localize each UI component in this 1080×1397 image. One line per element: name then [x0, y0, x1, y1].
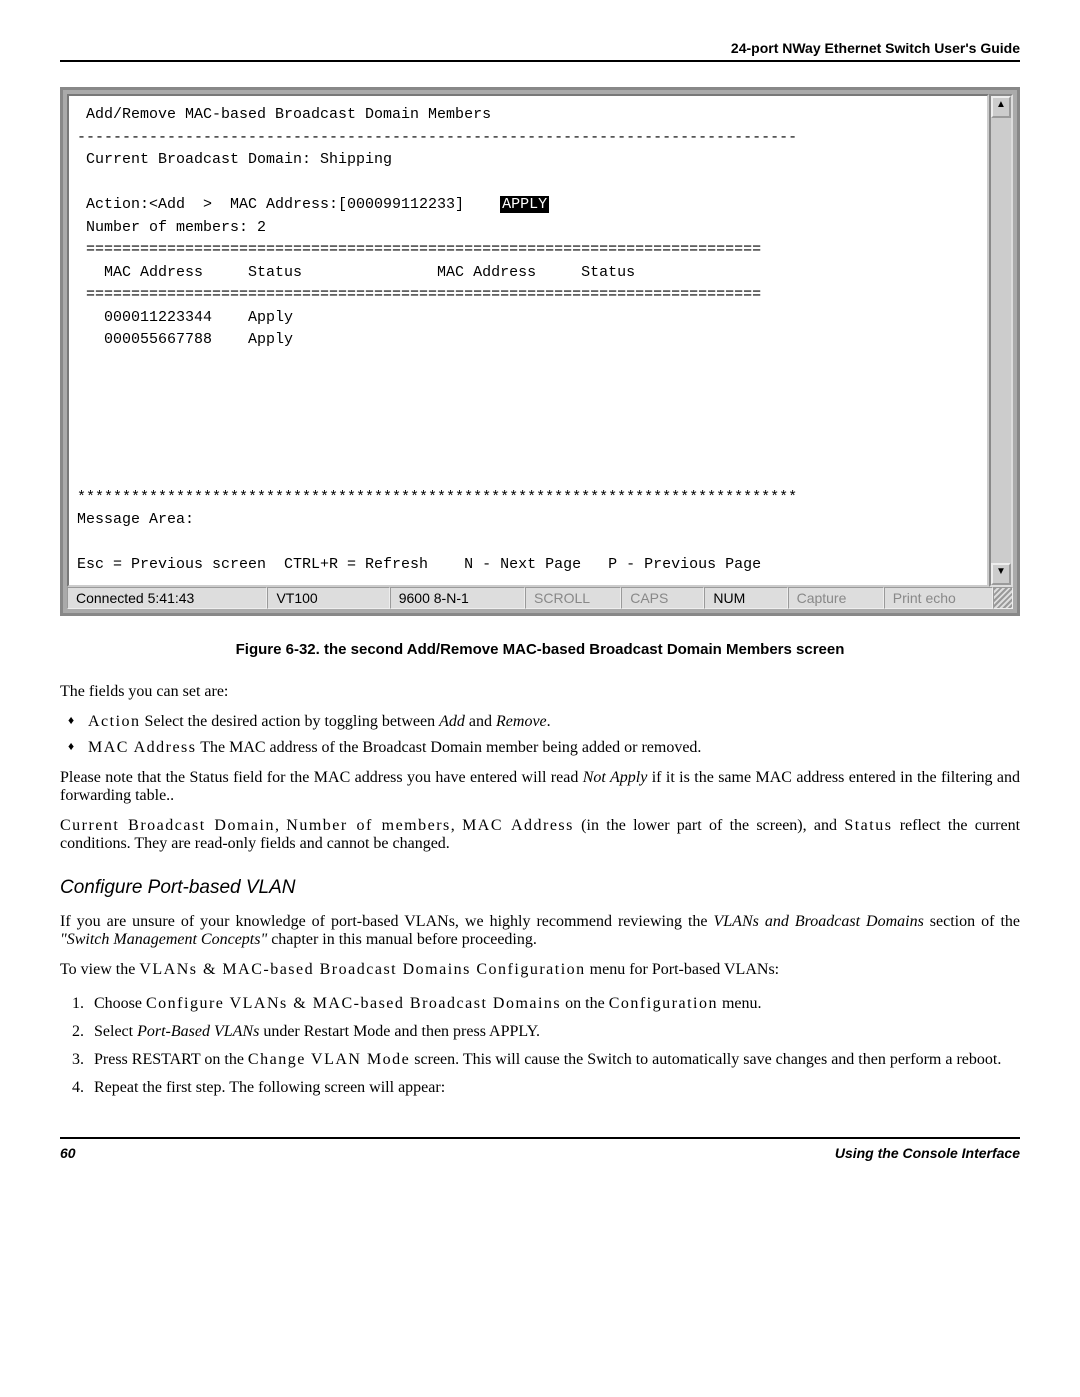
scroll-down-icon[interactable]: ▼ [991, 563, 1011, 585]
text: Select [94, 1023, 137, 1040]
field-name: Status [844, 817, 892, 834]
term-table-header: MAC Address Status MAC Address Status [77, 264, 635, 281]
terminal-screen: Add/Remove MAC-based Broadcast Domain Me… [67, 94, 989, 587]
list-item: Choose Configure VLANs & MAC-based Broad… [88, 995, 1020, 1013]
menu-name: VLANs & MAC-based Broadcast Domains Conf… [139, 961, 585, 978]
steps-list: Choose Configure VLANs & MAC-based Broad… [60, 995, 1020, 1097]
field-name: Number of members [286, 817, 451, 834]
text: To view the [60, 961, 139, 978]
text: (in the lower part of the screen), and [574, 817, 844, 834]
term-action-line: Action:<Add > MAC Address:[000099112233] [77, 196, 500, 213]
term-message-area: Message Area: [77, 511, 194, 528]
vertical-scrollbar[interactable]: ▲ ▼ [989, 94, 1013, 587]
em: Remove [496, 713, 547, 730]
text: Press RESTART on the [94, 1051, 248, 1068]
field-name: MAC Address [462, 817, 574, 834]
field-list: Action Select the desired action by togg… [60, 713, 1020, 757]
text: Select the desired action by toggling be… [141, 713, 440, 730]
text: chapter in this manual before proceeding… [267, 931, 537, 948]
list-item: Select Port-Based VLANs under Restart Mo… [88, 1023, 1020, 1041]
term-divider: ----------------------------------------… [77, 129, 797, 146]
em: Add [439, 713, 465, 730]
text: Choose [94, 995, 146, 1012]
field-name: MAC Address [88, 739, 197, 756]
text: . [547, 713, 551, 730]
field-name: Action [88, 713, 141, 730]
menu-name: Configuration [609, 995, 718, 1012]
intro-text: The fields you can set are: [60, 683, 1020, 701]
vlan-view-paragraph: To view the VLANs & MAC-based Broadcast … [60, 961, 1020, 979]
page-footer: 60 Using the Console Interface [60, 1137, 1020, 1161]
status-print-echo: Print echo [884, 587, 993, 609]
text: Please note that the Status field for th… [60, 769, 583, 786]
text: , [275, 817, 286, 834]
status-terminal-type: VT100 [267, 587, 389, 609]
term-row-1: 000011223344 Apply [77, 309, 293, 326]
scroll-up-icon[interactable]: ▲ [991, 96, 1011, 118]
status-caps: CAPS [621, 587, 704, 609]
readonly-paragraph: Current Broadcast Domain, Number of memb… [60, 817, 1020, 853]
list-item: Repeat the first step. The following scr… [88, 1079, 1020, 1097]
term-row-2: 000055667788 Apply [77, 331, 293, 348]
menu-name: Configure VLANs & MAC-based Broadcast Do… [146, 995, 561, 1012]
status-connected: Connected 5:41:43 [67, 587, 267, 609]
term-member-count: Number of members: 2 [77, 219, 266, 236]
footer-section: Using the Console Interface [835, 1145, 1020, 1161]
terminal-window: Add/Remove MAC-based Broadcast Domain Me… [60, 87, 1020, 616]
em: "Switch Management Concepts" [60, 931, 267, 948]
status-num: NUM [704, 587, 787, 609]
page-header: 24-port NWay Ethernet Switch User's Guid… [60, 40, 1020, 62]
status-scroll: SCROLL [525, 587, 621, 609]
figure-caption: Figure 6-32. the second Add/Remove MAC-b… [60, 641, 1020, 658]
term-title: Add/Remove MAC-based Broadcast Domain Me… [77, 106, 491, 123]
text: The MAC address of the Broadcast Domain … [197, 739, 702, 756]
text: , [451, 817, 462, 834]
em: Not Apply [583, 769, 648, 786]
list-item: Press RESTART on the Change VLAN Mode sc… [88, 1051, 1020, 1069]
section-heading: Configure Port-based VLAN [60, 877, 1020, 899]
text: screen. This will cause the Switch to au… [410, 1051, 1001, 1068]
status-bar: Connected 5:41:43 VT100 9600 8-N-1 SCROL… [67, 587, 1013, 609]
text: If you are unsure of your knowledge of p… [60, 913, 714, 930]
em: Port-Based VLANs [137, 1023, 259, 1040]
status-capture: Capture [788, 587, 884, 609]
status-comm: 9600 8-N-1 [390, 587, 525, 609]
list-item: MAC Address The MAC address of the Broad… [88, 739, 1020, 757]
apply-highlight[interactable]: APPLY [500, 196, 549, 213]
term-current-domain: Current Broadcast Domain: Shipping [77, 151, 392, 168]
text: on the [561, 995, 609, 1012]
term-help-line: Esc = Previous screen CTRL+R = Refresh N… [77, 556, 761, 573]
text: under Restart Mode and then press APPLY. [259, 1023, 540, 1040]
list-item: Action Select the desired action by togg… [88, 713, 1020, 731]
page-number: 60 [60, 1145, 76, 1161]
text: section of the [924, 913, 1020, 930]
term-table-border: ========================================… [77, 241, 761, 258]
menu-name: Change VLAN Mode [248, 1051, 410, 1068]
term-table-border: ========================================… [77, 286, 761, 303]
note-paragraph: Please note that the Status field for th… [60, 769, 1020, 805]
text: and [465, 713, 496, 730]
text: menu for Port-based VLANs: [586, 961, 779, 978]
text: menu. [718, 995, 762, 1012]
vlan-intro-paragraph: If you are unsure of your knowledge of p… [60, 913, 1020, 949]
em: VLANs and Broadcast Domains [714, 913, 924, 930]
term-stars: ****************************************… [77, 489, 797, 506]
field-name: Current Broadcast Domain [60, 817, 275, 834]
resize-handle-icon[interactable] [993, 587, 1013, 609]
